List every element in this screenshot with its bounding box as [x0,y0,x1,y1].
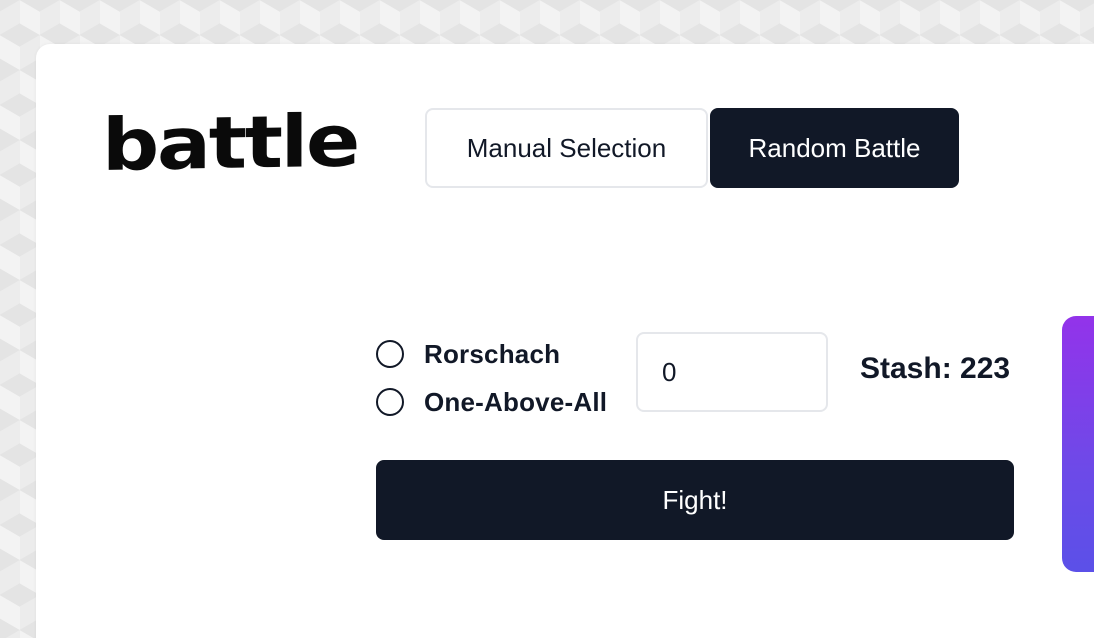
random-battle-label: Random Battle [748,132,921,163]
fighter-option-label: One-Above-All [424,386,608,417]
side-panel-edge [1062,316,1094,572]
manual-selection-button[interactable]: Manual Selection [425,108,708,188]
manual-selection-label: Manual Selection [466,132,667,163]
radio-button[interactable] [376,388,404,416]
radio-button[interactable] [376,340,404,368]
battle-logo-text: battle [102,106,358,180]
fighter-radio-group: Rorschach One-Above-All [376,330,607,426]
fight-button[interactable]: Fight! [376,460,1014,540]
fighter-option-rorschach[interactable]: Rorschach [376,330,607,378]
fighter-option-label: Rorschach [424,338,561,369]
fighter-option-one-above-all[interactable]: One-Above-All [376,378,607,426]
random-battle-button[interactable]: Random Battle [710,108,959,188]
fight-button-label: Fight! [662,484,728,515]
bet-amount-input[interactable] [636,332,828,412]
stash-display: Stash: 223 [860,352,1011,385]
mode-switch: Manual Selection Random Battle [425,108,959,188]
battle-logo: battle [102,106,358,180]
